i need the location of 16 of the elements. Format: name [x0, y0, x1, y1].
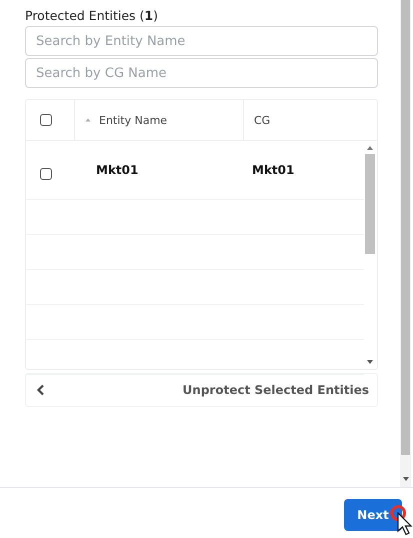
table-cell: Mkt01	[96, 163, 138, 177]
back-chevron-icon[interactable]	[36, 384, 45, 396]
search-field[interactable]: Search by Entity Name	[25, 26, 378, 56]
cursor-icon	[397, 512, 413, 536]
checkbox[interactable]	[40, 114, 52, 126]
checkbox[interactable]	[40, 168, 52, 180]
scroll-down-icon[interactable]	[402, 475, 410, 483]
section-title: Protected Entities (1)	[25, 8, 160, 23]
column-header[interactable]: CG	[243, 100, 377, 140]
table-cell: Mkt01	[252, 163, 294, 177]
scroll-up-icon[interactable]	[366, 144, 374, 152]
search-field[interactable]: Search by CG Name	[25, 58, 378, 88]
column-header[interactable]: Entity Name	[74, 100, 243, 140]
scrollbar[interactable]	[400, 0, 411, 487]
scroll-down-icon[interactable]	[366, 358, 374, 366]
next-button[interactable]: Next	[344, 499, 402, 531]
